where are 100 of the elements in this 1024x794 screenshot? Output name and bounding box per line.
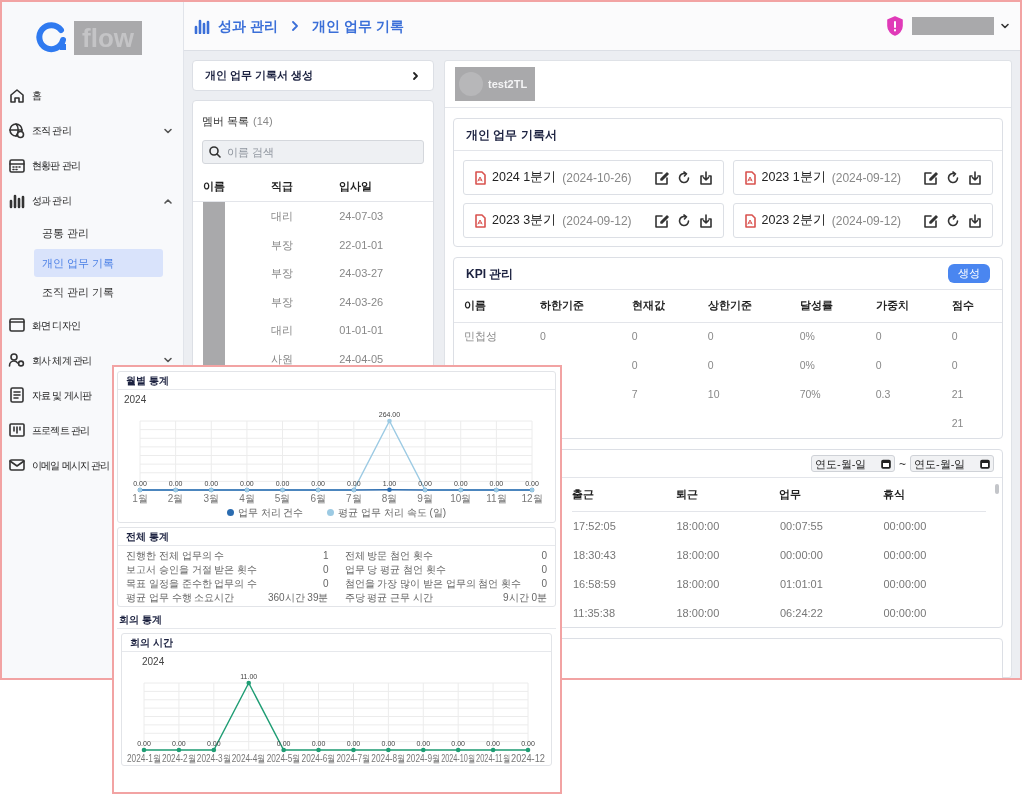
table-cell-text: 01-01-01 <box>338 323 385 338</box>
table-cell: 00:07:55 <box>779 511 883 541</box>
table-cell-text: 06:24:22 <box>779 605 824 621</box>
card-title: 멤버 목록 <box>202 114 250 129</box>
stat-label: 평균 업무 수행 소요시간 <box>126 590 235 605</box>
stat-label: 목표 일정을 준수한 업무의 수 <box>126 576 258 591</box>
chart-title: 2024 <box>123 393 148 407</box>
table-cell-text: 0.3 <box>874 386 892 402</box>
stat-label: 첨언을 가장 많이 받은 업무의 첨언 횟수 <box>344 576 522 591</box>
axis-label: 3월 <box>203 493 220 504</box>
table-cell-text: 대리 <box>270 323 295 338</box>
column-header: 퇴근 <box>675 478 779 512</box>
axis-label: 12월 <box>521 493 543 504</box>
card-title: 개인 업무 기록서 <box>454 119 1002 151</box>
table-cell: 0 <box>865 322 942 352</box>
breadcrumb-item: 개인 업무 기록 <box>311 16 404 36</box>
table-cell-text: 70% <box>798 386 822 402</box>
table-cell-text: 0 <box>630 357 639 373</box>
axis-label: 2월 <box>167 493 184 504</box>
table-cell: 민첩성 <box>454 322 531 352</box>
table-cell-text: 0 <box>706 357 715 373</box>
table-cell-text: 부장 <box>270 294 295 310</box>
stat-label: 주당 평균 근무 시간 <box>344 590 433 605</box>
stat-value: 1 <box>322 548 329 563</box>
stat-value: 0 <box>322 562 329 577</box>
legend-label: 업무 처리 건수 <box>237 506 304 520</box>
stat-label: 전체 방문 첨언 횟수 <box>344 548 433 563</box>
table-cell-text: 18:00:00 <box>675 547 721 563</box>
column-header: 직급 <box>261 170 330 202</box>
table-cell-text: 16:58:59 <box>572 576 617 592</box>
range-separator: ~ <box>899 455 906 473</box>
axis-label: 2024-12 <box>511 753 548 764</box>
profile-name: test2TL <box>488 76 528 92</box>
table-cell-text: 21 <box>950 415 965 431</box>
table-cell: 0 <box>941 322 1002 352</box>
card-title: 전체 통계 <box>118 528 555 546</box>
table-cell-text: 21 <box>950 386 965 402</box>
column-header: 이름 <box>454 290 531 323</box>
column-header: 가중치 <box>865 290 942 323</box>
stat-value: 0 <box>322 576 329 591</box>
table-cell: 대리 <box>261 201 330 231</box>
axis-label: 11월 <box>486 493 507 504</box>
stat-value: 9시간 0분 <box>503 590 547 605</box>
stat-value: 360시간 39분 <box>267 590 329 605</box>
axis-label: 8월 <box>381 493 398 504</box>
table-cell-text: 0 <box>874 357 883 373</box>
axis-label: 7월 <box>346 493 362 504</box>
column-header: 업무 <box>779 478 883 512</box>
axis-label: 5월 <box>274 493 291 504</box>
table-cell-text: 00:00:00 <box>779 547 824 563</box>
table-cell-text: 24-03-27 <box>338 266 385 281</box>
column-header: 하한기준 <box>530 290 622 323</box>
column-header: 이름 <box>193 170 262 202</box>
stat-label: 업무 당 평균 첨언 횟수 <box>344 562 446 577</box>
member-count: (14) <box>253 114 273 129</box>
column-header: 달성률 <box>789 290 866 323</box>
table-cell-text: 01:01:01 <box>779 576 824 592</box>
table-cell-text: 24-03-26 <box>338 294 385 310</box>
table-cell: 0% <box>789 322 866 352</box>
axis-label: 1월 <box>132 493 148 504</box>
table-cell-text: 18:30:43 <box>572 547 617 563</box>
table-cell-text: 0 <box>950 357 959 373</box>
column-header: 현재값 <box>621 290 698 323</box>
stat-label: 진행한 전체 업무의 수 <box>126 548 225 563</box>
column-header: 입사일 <box>329 170 433 202</box>
table-cell: 18:00:00 <box>675 511 779 541</box>
table-cell: 0 <box>697 322 790 352</box>
axis-label: 10월 <box>450 493 472 504</box>
table-cell-text: 18:00:00 <box>675 576 721 592</box>
column-header: 점수 <box>941 290 1002 323</box>
table-cell-text: 00:00:00 <box>882 576 928 592</box>
table-cell-text: 24-04-05 <box>338 351 385 367</box>
axis-label: 4월 <box>239 493 255 504</box>
column-header: 출근 <box>572 478 676 512</box>
table-cell-text: 00:00:00 <box>882 547 928 563</box>
section-title: 회의 통계 <box>117 611 556 629</box>
table-cell-text: 부장 <box>270 237 295 253</box>
table-cell-text: 11:35:38 <box>572 605 616 621</box>
stat-value: 0 <box>541 548 547 563</box>
table-cell: 00:00:00 <box>882 511 986 541</box>
stat-label: 보고서 승인을 거절 받은 횟수 <box>126 562 258 577</box>
table-cell-text: 22-01-01 <box>338 237 385 253</box>
table-cell-text: 0% <box>798 357 816 373</box>
axis-label: 6월 <box>310 493 326 504</box>
column-header: 휴식 <box>882 478 986 512</box>
table-cell: 24-07-03 <box>329 201 433 231</box>
column-header: 상한기준 <box>697 290 790 323</box>
card-title: 회의 시간 <box>122 634 551 652</box>
table-cell-text: 18:00:00 <box>675 605 721 621</box>
table-cell-text: 7 <box>630 386 639 402</box>
stat-value: 0 <box>541 576 547 591</box>
table-cell-text: 사원 <box>270 351 295 367</box>
axis-label: 9월 <box>417 493 433 504</box>
chart-title: 2024 <box>141 655 166 669</box>
card-title: 월별 통계 <box>118 372 555 390</box>
table-cell: 0 <box>530 322 622 352</box>
table-cell-text: 00:00:00 <box>882 605 928 621</box>
legend-label: 평균 업무 처리 속도 (일) <box>338 506 447 520</box>
card-title: KPI 관리 <box>466 265 514 283</box>
stat-value: 0 <box>541 562 547 577</box>
